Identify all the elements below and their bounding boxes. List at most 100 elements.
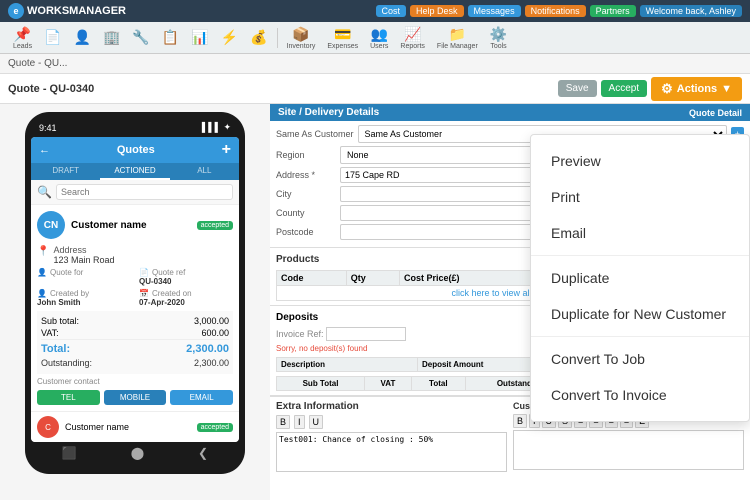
money-icon: 💰: [250, 29, 267, 46]
toolbar-users[interactable]: 👥 Users: [365, 24, 393, 52]
toolbar-reports[interactable]: 📈 Reports: [395, 24, 430, 52]
toolbar-file-manager[interactable]: 📁 File Manager: [432, 24, 483, 52]
cost-button[interactable]: Cost: [376, 5, 407, 17]
lightning-icon: ⚡: [221, 29, 238, 46]
reports-icon: 📈: [404, 26, 421, 43]
vat-row: VAT: 600.00: [41, 327, 229, 339]
total-value: 2,300.00: [186, 343, 229, 355]
help-button[interactable]: Help Desk: [410, 5, 464, 17]
save-button[interactable]: Save: [558, 80, 597, 97]
created-by-label-row: 👤 Created by: [37, 289, 131, 298]
accept-button[interactable]: Accept: [601, 80, 648, 97]
quote-ref-col: 📄 Quote ref QU-0340: [139, 268, 233, 286]
toolbar-leads[interactable]: 📌 Leads: [8, 24, 37, 52]
mobile-button[interactable]: MOBILE: [104, 390, 167, 405]
action-duplicate-new-customer[interactable]: Duplicate for New Customer: [531, 296, 749, 332]
notifications-button[interactable]: Notifications: [525, 5, 586, 17]
action-convert-job[interactable]: Convert To Job: [531, 341, 749, 377]
outstanding-label: Outstanding:: [41, 358, 92, 368]
extra-bold-btn[interactable]: B: [276, 415, 290, 429]
inventory-icon: 📦: [292, 26, 309, 43]
created-on-label: Created on: [152, 289, 192, 298]
toolbar-item-3[interactable]: 👤: [69, 27, 96, 48]
action-preview[interactable]: Preview: [531, 143, 749, 179]
extra-info-textarea[interactable]: Test001: Chance of closing : 50%: [276, 432, 507, 472]
toolbar-item-9[interactable]: 💰: [245, 27, 272, 48]
email-button[interactable]: EMAIL: [170, 390, 233, 405]
next-customer-avatar: C: [37, 416, 59, 438]
toolbar-item-2[interactable]: 📄: [39, 27, 66, 48]
tab-all[interactable]: ALL: [170, 163, 239, 180]
toolbar-item-4[interactable]: 🏢: [98, 27, 125, 48]
created-by-col: 👤 Created by John Smith: [37, 289, 131, 307]
quote-ref-label-row: 📄 Quote ref: [139, 268, 233, 277]
quote-header-actions: Save Accept ⚙ Actions ▼: [558, 77, 742, 101]
toolbar-item-8[interactable]: ⚡: [216, 27, 243, 48]
circle-icon[interactable]: ⬤: [131, 446, 144, 460]
action-email[interactable]: Email: [531, 215, 749, 251]
phone-time: 9:41: [39, 123, 57, 133]
created-by-value: John Smith: [37, 298, 131, 307]
action-print[interactable]: Print: [531, 179, 749, 215]
partners-button[interactable]: Partners: [590, 5, 636, 17]
actions-divider-2: [531, 336, 749, 337]
tools-label: Tools: [490, 43, 506, 50]
toolbar-item-6[interactable]: 📋: [157, 27, 184, 48]
logo-icon: e: [8, 3, 24, 19]
phone-bottom-bar: ⬛ ⬤ ❮: [31, 442, 239, 464]
phone-app-title: Quotes: [117, 144, 155, 156]
welcome-button[interactable]: Welcome back, Ashley: [640, 5, 742, 17]
building-icon: 🏢: [103, 29, 120, 46]
created-on-label-row: 📅 Created on: [139, 289, 233, 298]
quote-refs: 👤 Quote for 📄 Quote ref QU-0340: [37, 268, 233, 286]
gear-icon: ⚙: [661, 81, 673, 97]
customer-row: CN Customer name accepted: [37, 211, 233, 239]
extra-info-section: Extra Information B I U Test001: Chance …: [276, 401, 507, 496]
toolbar-inventory[interactable]: 📦 Inventory: [282, 24, 321, 52]
total-row: Total: 2,300.00: [41, 339, 229, 356]
customer-notes-textarea[interactable]: [513, 430, 744, 470]
extra-info-toolbar: B I U: [276, 415, 507, 429]
extra-underline-btn[interactable]: U: [309, 415, 324, 429]
tel-button[interactable]: TEL: [37, 390, 100, 405]
toolbar-separator: [277, 28, 278, 48]
toolbar-expenses[interactable]: 💳 Expenses: [322, 24, 363, 52]
toolbar-tools[interactable]: ⚙️ Tools: [485, 24, 512, 52]
address-value: 123 Main Road: [53, 255, 114, 265]
quote-header: Quote - QU-0340 Save Accept ⚙ Actions ▼: [0, 74, 750, 104]
action-duplicate[interactable]: Duplicate: [531, 260, 749, 296]
expenses-icon: 💳: [334, 26, 351, 43]
tab-actioned[interactable]: ACTIONED: [100, 163, 169, 180]
tab-draft[interactable]: DRAFT: [31, 163, 100, 180]
col-subtotal: Sub Total: [277, 377, 365, 391]
users-icon: 👥: [371, 26, 388, 43]
chevron-icon[interactable]: ❮: [198, 446, 208, 460]
col-qty: Qty: [346, 271, 399, 286]
toolbar-item-7[interactable]: 📊: [186, 27, 213, 48]
invoice-ref-label: Invoice Ref: [276, 329, 321, 339]
quote-title: Quote - QU-0340: [8, 83, 94, 95]
clipboard-icon: 📋: [162, 29, 179, 46]
vat-value: 600.00: [201, 328, 229, 338]
action-convert-invoice[interactable]: Convert To Invoice: [531, 377, 749, 413]
actions-button[interactable]: ⚙ Actions ▼: [651, 77, 742, 101]
quote-for-icon: 👤 Quote for: [37, 268, 131, 277]
next-customer-name: Customer name: [65, 422, 129, 432]
invoice-ref-input[interactable]: [326, 327, 406, 341]
add-icon[interactable]: +: [222, 141, 231, 159]
phone-search-input[interactable]: [56, 184, 233, 200]
same-as-label: Same As Customer: [276, 129, 354, 139]
home-icon[interactable]: ⬛: [62, 446, 77, 460]
notes-bold-btn[interactable]: B: [513, 414, 527, 428]
col-cost-price: Cost Price(£): [400, 271, 543, 286]
person-icon: 👤: [74, 29, 91, 46]
phone-search-bar: 🔍: [31, 180, 239, 205]
extra-italic-btn[interactable]: I: [294, 415, 305, 429]
breadcrumb-text: Quote - QU...: [8, 58, 67, 69]
messages-button[interactable]: Messages: [468, 5, 521, 17]
toolbar-item-5[interactable]: 🔧: [127, 27, 154, 48]
left-panel: 9:41 ▌▌▌ ✦ ← Quotes + DRAFT ACTIONED ALL: [0, 104, 270, 500]
back-icon[interactable]: ←: [39, 144, 50, 156]
quote-detail-link[interactable]: Quote Detail: [689, 108, 742, 118]
created-on-value: 07-Apr-2020: [139, 298, 233, 307]
